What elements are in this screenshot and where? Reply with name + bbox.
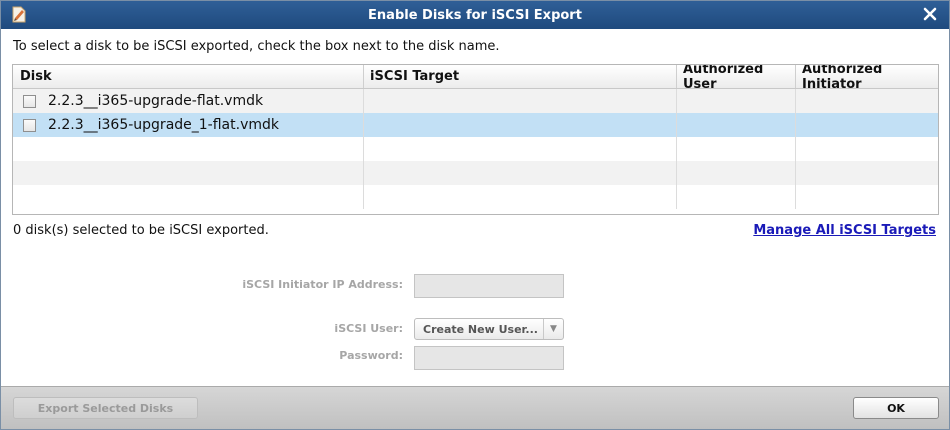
chevron-down-icon: ▼ bbox=[543, 319, 563, 339]
dialog-footer: Export Selected Disks OK bbox=[1, 386, 949, 429]
iscsi-user-select[interactable]: Create New User... ▼ bbox=[414, 318, 564, 340]
selection-status: 0 disk(s) selected to be iSCSI exported. bbox=[13, 223, 269, 238]
empty-row bbox=[13, 161, 938, 185]
table-header: Disk iSCSI Target Authorized User Author… bbox=[13, 65, 938, 92]
app-logo-icon bbox=[11, 6, 27, 23]
empty-row bbox=[13, 185, 938, 209]
disk-cell: 2.2.3__i365-upgrade-flat.vmdk bbox=[13, 89, 364, 113]
column-header-authorized-user[interactable]: Authorized User bbox=[677, 65, 796, 92]
iscsi-user-selected: Create New User... bbox=[423, 322, 538, 336]
initiator-ip-label: iSCSI Initiator IP Address: bbox=[242, 278, 403, 291]
instructions-text: To select a disk to be iSCSI exported, c… bbox=[13, 39, 500, 54]
manage-iscsi-targets-link[interactable]: Manage All iSCSI Targets bbox=[753, 223, 936, 238]
export-selected-disks-button[interactable]: Export Selected Disks bbox=[13, 397, 198, 419]
table-row[interactable]: 2.2.3__i365-upgrade-flat.vmdk bbox=[13, 89, 938, 113]
column-header-iscsi-target[interactable]: iSCSI Target bbox=[364, 65, 677, 88]
empty-cell bbox=[677, 137, 796, 161]
empty-cell bbox=[364, 161, 677, 185]
dialog-title: Enable Disks for iSCSI Export bbox=[368, 7, 582, 23]
column-header-disk[interactable]: Disk bbox=[13, 65, 364, 88]
disk-checkbox[interactable] bbox=[23, 94, 36, 108]
disk-table: Disk iSCSI Target Authorized User Author… bbox=[12, 64, 939, 215]
initiator-ip-input[interactable] bbox=[414, 274, 564, 298]
target-cell bbox=[364, 89, 677, 113]
empty-row bbox=[13, 137, 938, 161]
password-label: Password: bbox=[339, 349, 403, 362]
disk-cell: 2.2.3__i365-upgrade_1-flat.vmdk bbox=[13, 113, 364, 137]
iscsi-user-label: iSCSI User: bbox=[334, 322, 403, 335]
empty-cell bbox=[796, 185, 938, 209]
close-icon[interactable] bbox=[921, 5, 939, 23]
empty-cell bbox=[13, 137, 364, 161]
empty-cell bbox=[13, 161, 364, 185]
disk-name: 2.2.3__i365-upgrade_1-flat.vmdk bbox=[48, 117, 279, 133]
user-cell bbox=[677, 113, 796, 137]
target-cell bbox=[364, 113, 677, 137]
initiator-cell bbox=[796, 89, 938, 113]
user-cell bbox=[677, 89, 796, 113]
title-bar[interactable]: Enable Disks for iSCSI Export bbox=[1, 1, 949, 29]
empty-cell bbox=[13, 185, 364, 209]
disk-name: 2.2.3__i365-upgrade-flat.vmdk bbox=[48, 93, 264, 109]
enable-disks-dialog: Enable Disks for iSCSI Export To select … bbox=[0, 0, 950, 430]
table-row[interactable]: 2.2.3__i365-upgrade_1-flat.vmdk bbox=[13, 113, 938, 137]
empty-cell bbox=[796, 161, 938, 185]
empty-cell bbox=[677, 161, 796, 185]
disk-checkbox[interactable] bbox=[23, 118, 36, 132]
empty-cell bbox=[677, 185, 796, 209]
empty-cell bbox=[364, 137, 677, 161]
empty-cell bbox=[796, 137, 938, 161]
initiator-cell bbox=[796, 113, 938, 137]
ok-button[interactable]: OK bbox=[853, 397, 939, 419]
empty-cell bbox=[364, 185, 677, 209]
password-input[interactable] bbox=[414, 346, 564, 370]
column-header-authorized-initiator[interactable]: Authorized Initiator bbox=[796, 65, 938, 92]
